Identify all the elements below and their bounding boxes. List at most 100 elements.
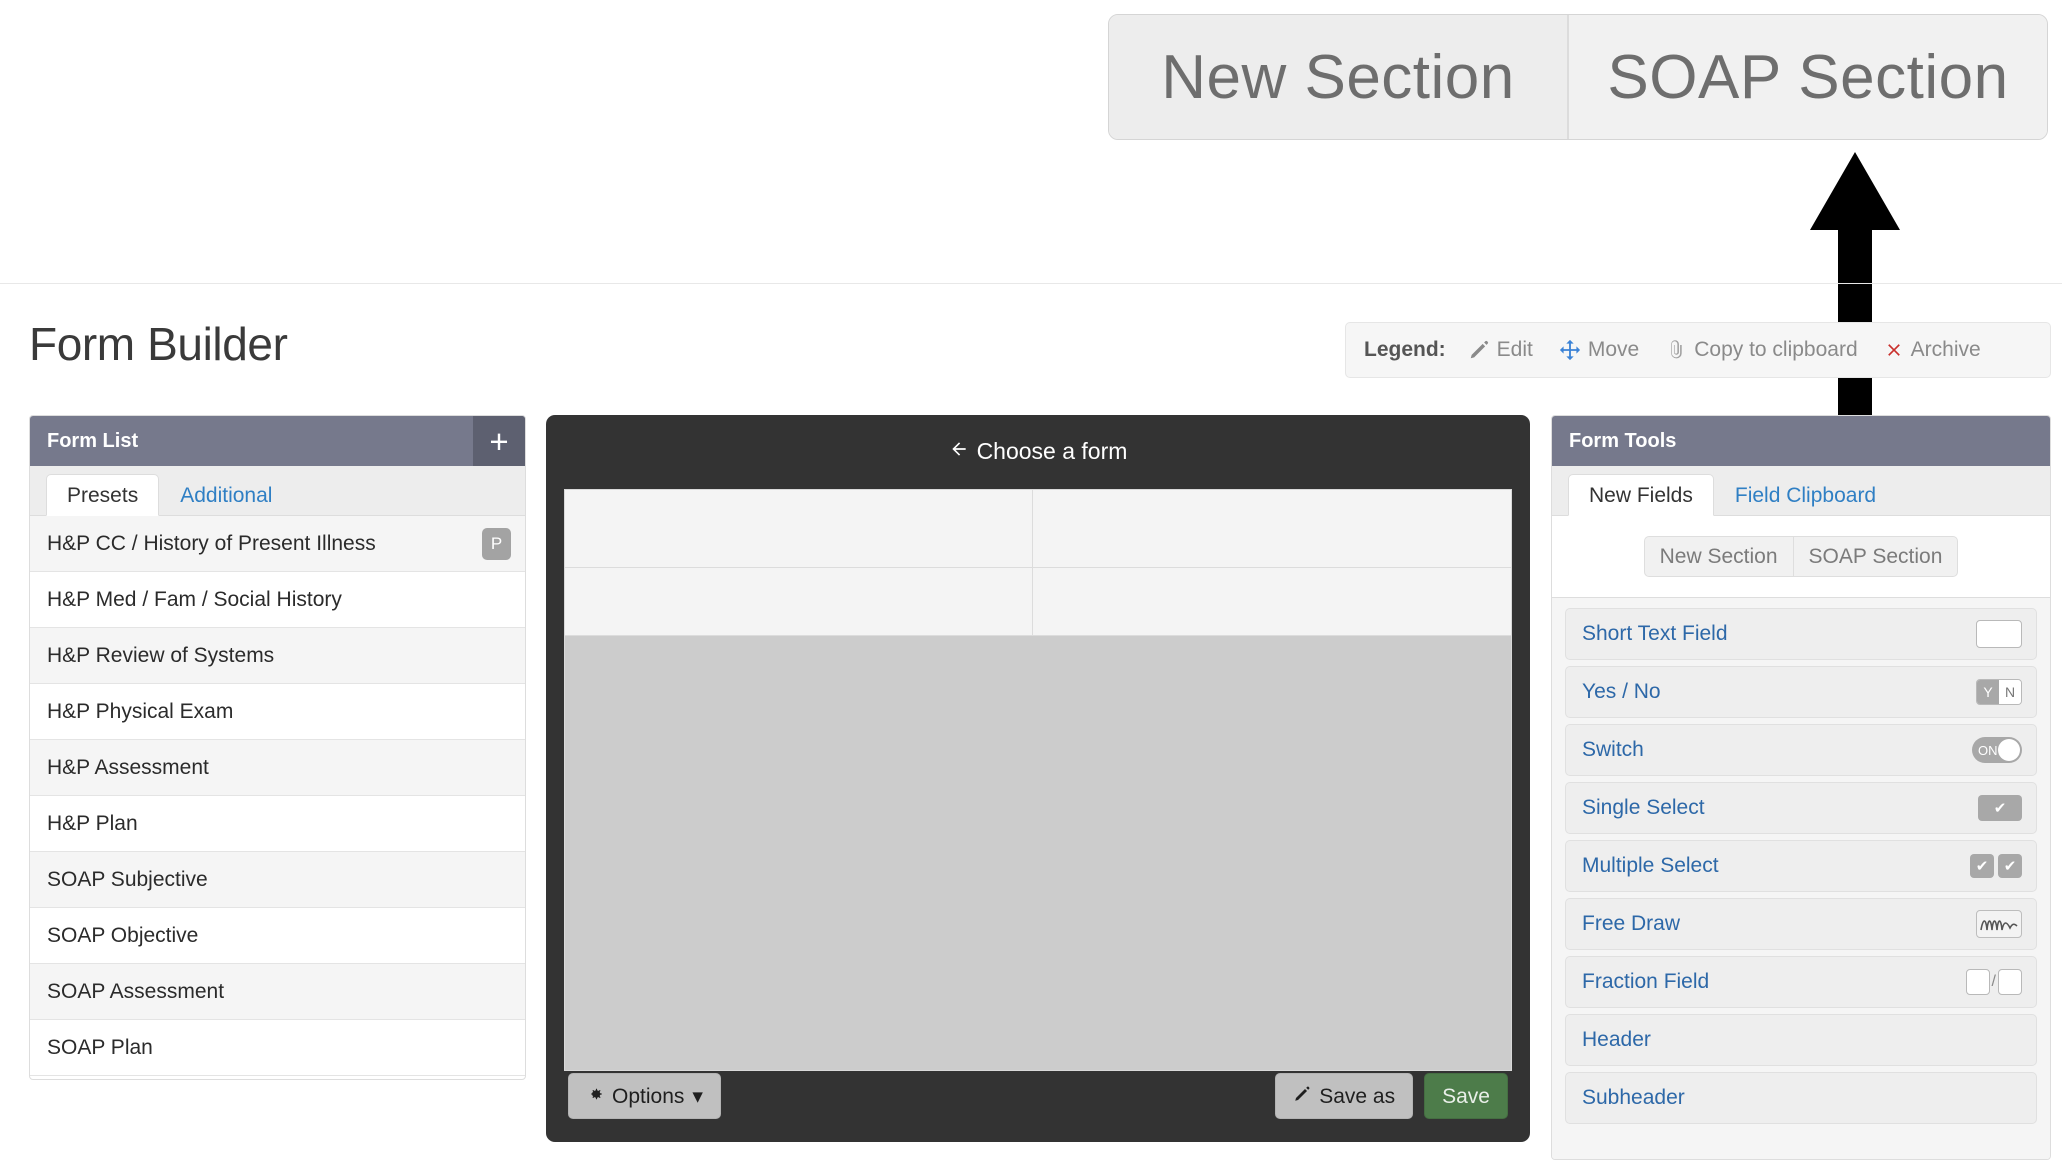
field-switch[interactable]: Switch ON [1565, 724, 2037, 776]
move-arrows-icon [1559, 339, 1581, 361]
list-item[interactable]: H&P Physical Exam [30, 684, 525, 740]
yes-no-yes-label: Y [1977, 680, 1999, 704]
soap-section-button-label: SOAP Section [1808, 545, 1943, 568]
list-item-label: H&P CC / History of Present Illness [47, 531, 376, 555]
list-item-label: SOAP Plan [47, 1035, 153, 1059]
canvas-cell[interactable] [565, 490, 1033, 568]
form-list-header: Form List + [30, 416, 525, 466]
callout-soap-section-button[interactable]: SOAP Section [1569, 15, 2047, 139]
tab-new-fields[interactable]: New Fields [1568, 474, 1714, 516]
switch-knob [1998, 739, 2020, 761]
yes-no-toggle-icon: Y N [1976, 679, 2022, 705]
legend-copy-label: Copy to clipboard [1694, 338, 1858, 361]
tab-presets[interactable]: Presets [46, 474, 160, 516]
list-item[interactable]: SOAP Plan [30, 1020, 525, 1076]
field-short-text[interactable]: Short Text Field [1565, 608, 2037, 660]
legend-item-move: Move [1559, 338, 1639, 362]
checkmark-glyph: ✔ [1978, 795, 2022, 821]
canvas-cell[interactable] [1033, 568, 1511, 636]
list-item-label: H&P Physical Exam [47, 699, 234, 723]
field-label: Subheader [1582, 1086, 1685, 1109]
legend-item-archive: Archive [1884, 338, 1981, 362]
magnified-section-toggle-callout: New Section SOAP Section [1108, 14, 2048, 140]
options-button-label: Options [612, 1084, 685, 1108]
page-title: Form Builder [29, 318, 288, 370]
paperclip-icon [1665, 339, 1687, 361]
builder-panel-title[interactable]: Choose a form [546, 415, 1530, 487]
list-item[interactable]: H&P CC / History of Present Illness P [30, 516, 525, 572]
save-as-button[interactable]: Save as [1275, 1073, 1414, 1119]
add-form-button[interactable]: + [473, 416, 525, 466]
field-label: Switch [1582, 738, 1644, 761]
fraction-boxes-icon: / [1965, 969, 2022, 995]
legend-label: Legend: [1364, 338, 1446, 361]
canvas-cell[interactable] [1033, 490, 1511, 568]
legend-archive-label: Archive [1910, 338, 1981, 361]
legend-item-edit: Edit [1468, 338, 1533, 362]
list-item-label: H&P Plan [47, 811, 138, 835]
list-item-label: H&P Review of Systems [47, 643, 275, 667]
list-item[interactable]: H&P Med / Fam / Social History [30, 572, 525, 628]
options-button[interactable]: Options ▾ [568, 1073, 721, 1119]
textbox-preview-icon [1976, 620, 2022, 648]
form-list-body[interactable]: H&P CC / History of Present Illness P H&… [30, 516, 525, 1079]
field-subheader[interactable]: Subheader [1565, 1072, 2037, 1124]
single-checkbox-icon: ✔ [1978, 795, 2022, 821]
list-item-label: SOAP Objective [47, 923, 199, 947]
list-item[interactable]: SOAP Assessment [30, 964, 525, 1020]
red-x-icon [1884, 340, 1904, 360]
form-canvas[interactable] [564, 489, 1512, 1071]
canvas-cell[interactable] [565, 568, 1033, 636]
yes-no-no-label: N [1999, 680, 2021, 704]
list-item[interactable]: H&P Review of Systems [30, 628, 525, 684]
section-button-group: New Section SOAP Section [1643, 536, 1959, 577]
list-item-label: SOAP Assessment [47, 979, 225, 1003]
tab-additional[interactable]: Additional [159, 474, 293, 516]
save-as-button-label: Save as [1319, 1084, 1396, 1108]
legend-edit-label: Edit [1496, 338, 1533, 361]
fraction-denominator-box [1998, 969, 2022, 995]
legend-item-copy: Copy to clipboard [1665, 338, 1858, 362]
list-item-label: H&P Med / Fam / Social History [47, 587, 342, 611]
list-item[interactable]: SOAP Objective [30, 908, 525, 964]
switch-state-label: ON [1978, 742, 1998, 758]
form-list-panel: Form List + Presets Additional H&P CC / … [29, 415, 526, 1080]
checkmark-glyph: ✔ [1970, 854, 1994, 878]
new-section-button[interactable]: New Section [1643, 536, 1793, 577]
field-multiple-select[interactable]: Multiple Select ✔ ✔ [1565, 840, 2037, 892]
form-tools-panel: Form Tools New Fields Field Clipboard Ne… [1551, 415, 2051, 1160]
callout-new-section-button[interactable]: New Section [1109, 15, 1569, 139]
field-label: Yes / No [1582, 680, 1661, 703]
tab-field-clipboard[interactable]: Field Clipboard [1714, 474, 1897, 516]
tab-additional-label: Additional [180, 484, 273, 507]
arrow-left-icon [949, 438, 969, 465]
list-item-label: H&P Assessment [47, 755, 209, 779]
field-header[interactable]: Header [1565, 1014, 2037, 1066]
save-button[interactable]: Save [1424, 1073, 1508, 1119]
field-fraction[interactable]: Fraction Field / [1565, 956, 2037, 1008]
builder-footer: Options ▾ Save as Save [546, 1050, 1530, 1142]
soap-section-button[interactable]: SOAP Section [1792, 536, 1959, 577]
multi-checkbox-icon: ✔ ✔ [1970, 854, 2022, 878]
form-builder-canvas-panel: Choose a form Options ▾ Save as Save [546, 415, 1530, 1142]
fraction-slash: / [1991, 973, 1996, 990]
gear-icon [586, 1085, 604, 1107]
save-button-label: Save [1442, 1084, 1490, 1108]
field-label: Header [1582, 1028, 1651, 1051]
field-single-select[interactable]: Single Select ✔ [1565, 782, 2037, 834]
field-yes-no[interactable]: Yes / No Y N [1565, 666, 2037, 718]
form-list-title: Form List [47, 429, 139, 452]
form-list-tabs: Presets Additional [30, 466, 525, 516]
checkmark-glyph: ✔ [1998, 854, 2022, 878]
field-free-draw[interactable]: Free Draw [1565, 898, 2037, 950]
canvas-row [565, 490, 1511, 568]
list-item[interactable]: SOAP Subjective [30, 852, 525, 908]
field-label: Multiple Select [1582, 854, 1719, 877]
list-item[interactable]: H&P Assessment [30, 740, 525, 796]
scribble-icon [1976, 910, 2022, 938]
tab-presets-label: Presets [67, 484, 139, 507]
builder-title-label: Choose a form [976, 437, 1128, 464]
fraction-numerator-box [1965, 969, 1990, 995]
callout-soap-section-label: SOAP Section [1607, 42, 2009, 112]
list-item[interactable]: H&P Plan [30, 796, 525, 852]
